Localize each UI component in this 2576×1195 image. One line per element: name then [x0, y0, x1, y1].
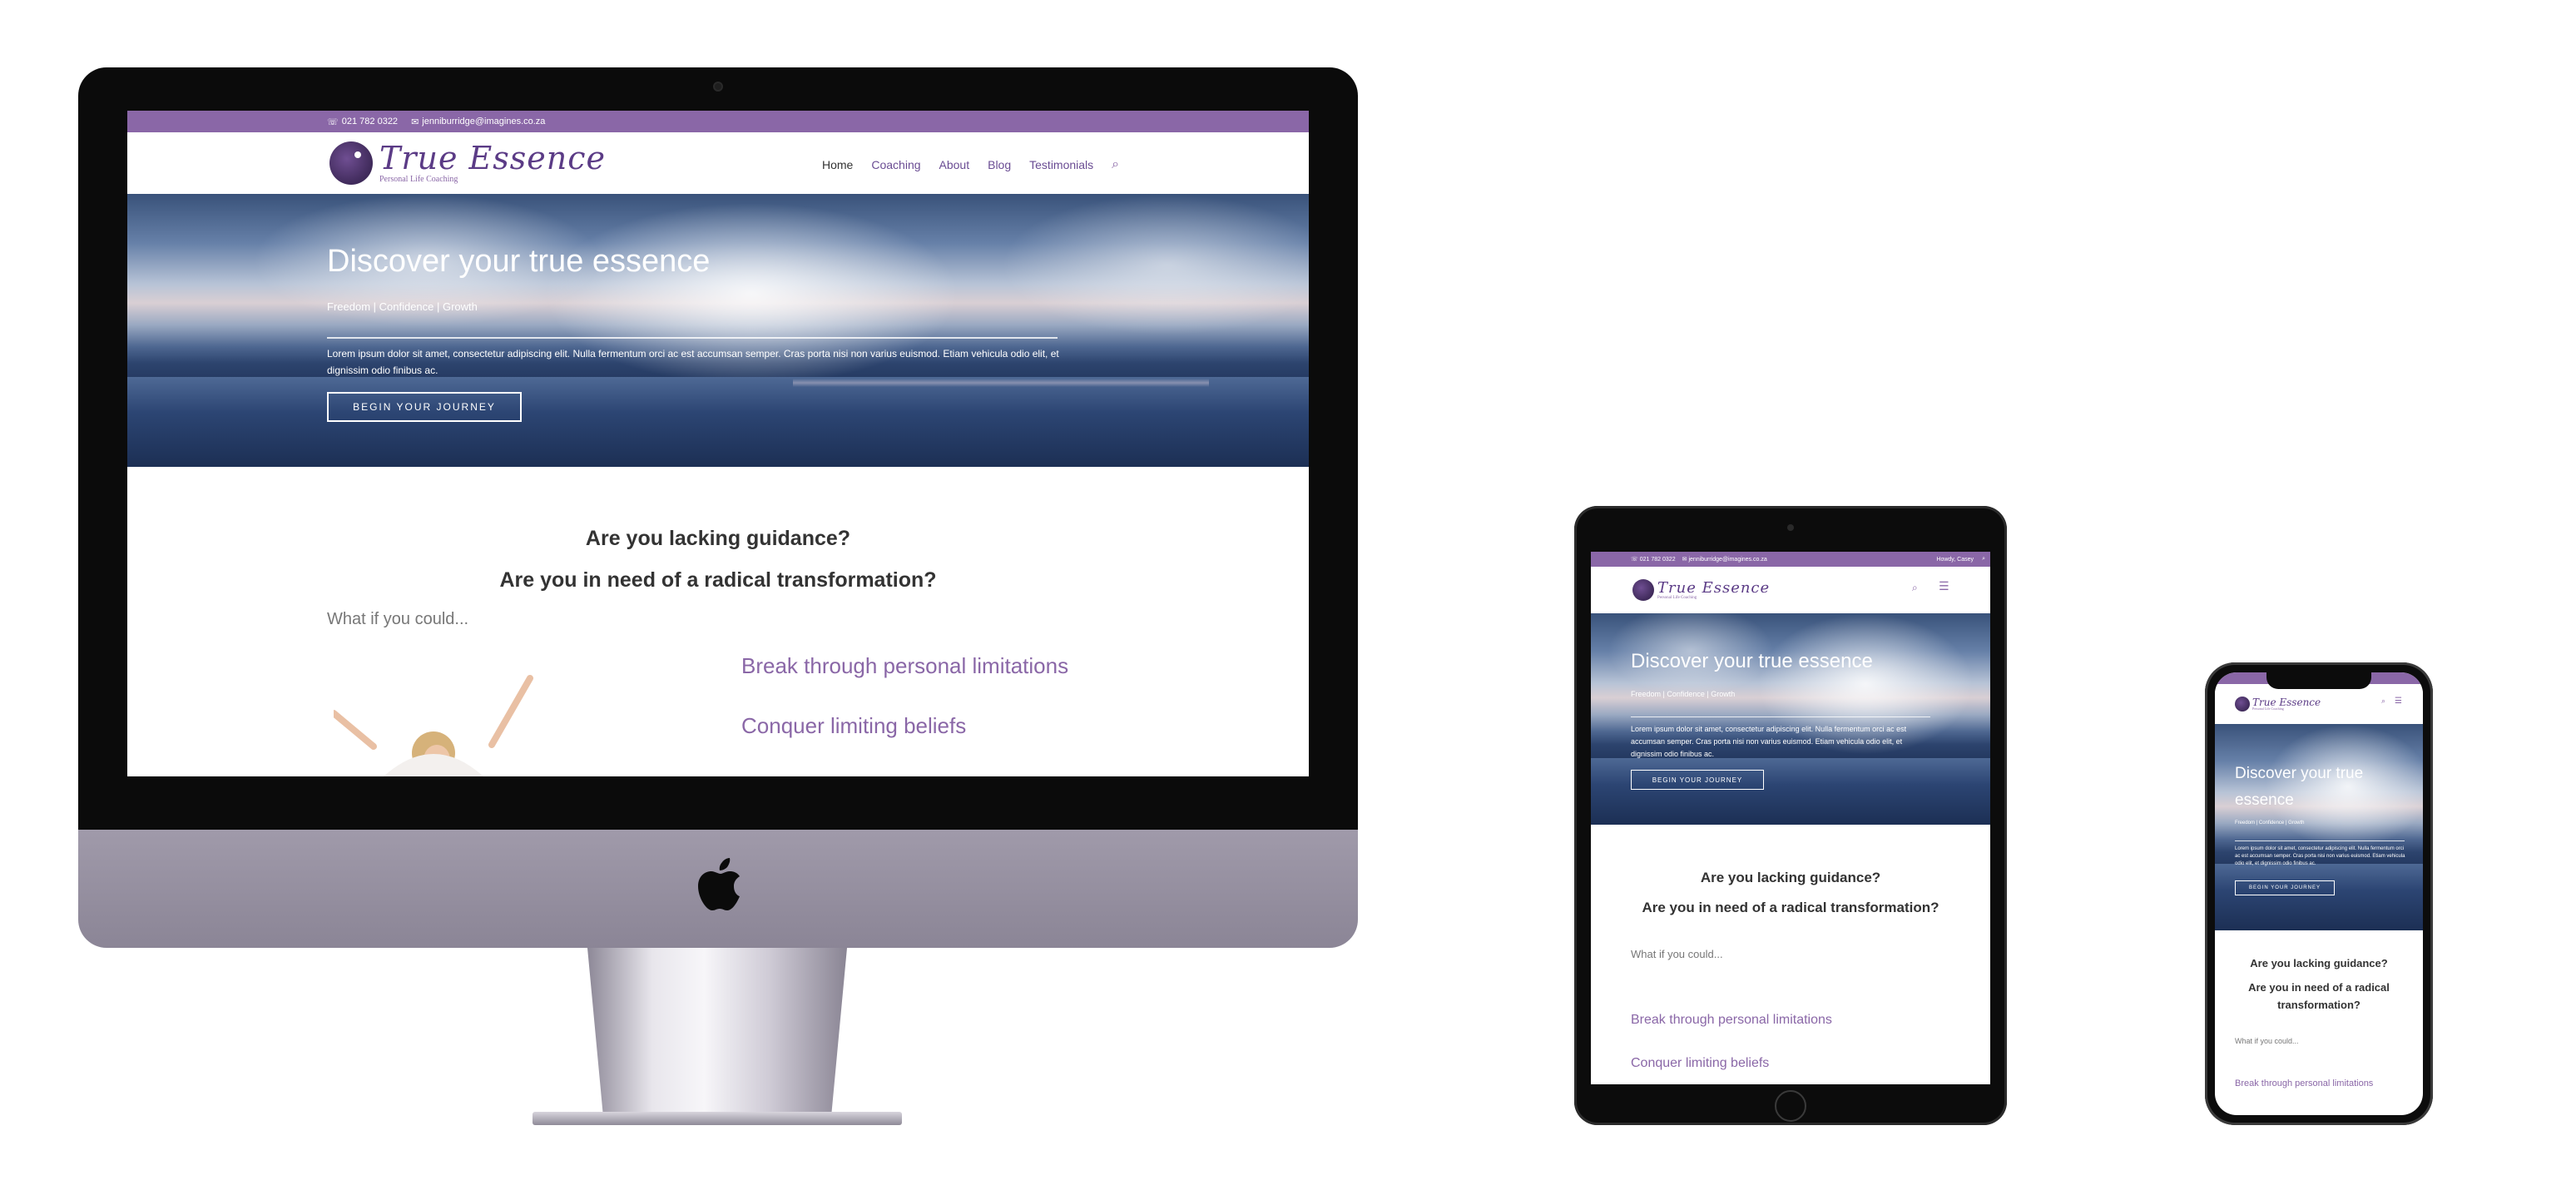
tablet-home-button[interactable] — [1775, 1090, 1806, 1122]
item-beliefs: Conquer limiting beliefs — [741, 713, 967, 738]
phone-icon: ☏ — [1631, 557, 1638, 563]
sea-shape — [1591, 758, 1990, 825]
phone-header: True Essence Personal Life Coaching ⌕ ☰ — [2215, 684, 2423, 724]
search-icon[interactable]: ⌕ — [2381, 697, 2385, 706]
hero-body: Lorem ipsum dolor sit amet, consectetur … — [1631, 725, 1907, 758]
item-beliefs: Conquer limiting beliefs — [1631, 1056, 1770, 1070]
cloud-shape — [1001, 194, 1309, 335]
hero-section: Discover your true essence Freedom | Con… — [127, 194, 1309, 467]
search-icon[interactable]: ⌕ — [1112, 157, 1119, 172]
main-nav: Home Coaching About Blog Testimonials ⌕ — [822, 157, 1119, 172]
hero-title: Discover your true essence — [2235, 765, 2364, 809]
mail-icon: ✉ — [1682, 557, 1687, 563]
tablet-top-bar: ☏ 021 782 0322 ✉ jenniburridge@imagines.co… — [1591, 552, 1990, 567]
begin-journey-button[interactable]: BEGIN YOUR JOURNEY — [2235, 880, 2335, 895]
sea-shape — [127, 377, 1309, 467]
imac-stand — [587, 948, 847, 1114]
phone-contact[interactable]: ☏ 021 782 0322 — [1631, 556, 1676, 563]
site-logo[interactable]: True Essence Personal Life Coaching — [329, 141, 606, 185]
hero-subtitle: Freedom | Confidence | Growth — [1631, 690, 1736, 698]
sea-reflection — [793, 379, 1209, 387]
begin-journey-button[interactable]: BEGIN YOUR JOURNEY — [327, 392, 522, 422]
hero-body: Lorem ipsum dolor sit amet, consectetur … — [2235, 846, 2405, 866]
what-if-text: What if you could... — [327, 610, 469, 628]
admin-search-icon[interactable]: ⌕ — [1982, 556, 1985, 563]
yin-yang-icon — [329, 141, 373, 185]
phone-contact[interactable]: ☏ 021 782 0322 — [327, 117, 398, 127]
item-limitations: Break through personal limitations — [1631, 1013, 1832, 1027]
tablet-camera — [1787, 524, 1794, 531]
logo-tagline: Personal Life Coaching — [379, 175, 458, 184]
hamburger-menu-icon[interactable]: ☰ — [2395, 697, 2402, 706]
hero-section: Discover your true essence Freedom | Con… — [1591, 613, 1990, 825]
what-if-text: What if you could... — [1631, 948, 1723, 960]
nav-about[interactable]: About — [939, 158, 970, 171]
phone-screen: True Essence Personal Life Coaching ⌕ ☰ … — [2215, 672, 2423, 1115]
hero-section: Discover your true essence Freedom | Con… — [2215, 724, 2423, 930]
phone-notch — [2266, 672, 2371, 689]
woman-photo — [330, 673, 533, 776]
nav-coaching[interactable]: Coaching — [871, 158, 920, 171]
heading-guidance: Are you lacking guidance? — [1700, 870, 1881, 885]
imac-stand-foot — [533, 1112, 902, 1125]
heading-transformation: Are you in need of a radical transformat… — [499, 568, 937, 592]
heading-transformation: Are you in need of a radical transformat… — [1642, 900, 1939, 915]
imac-camera — [713, 82, 723, 92]
search-icon[interactable]: ⌕ — [1912, 582, 1918, 594]
mail-icon: ✉ — [411, 117, 419, 127]
top-bar: ☏ 021 782 0322 ✉ jenniburridge@imagines.co… — [127, 111, 1309, 132]
heading-guidance: Are you lacking guidance? — [585, 527, 851, 550]
what-if-text: What if you could... — [2235, 1037, 2299, 1045]
heading-guidance: Are you lacking guidance? — [2250, 957, 2388, 969]
hero-title: Discover your true essence — [1631, 650, 1873, 672]
item-limitations: Break through personal limitations — [741, 653, 1069, 678]
email-contact[interactable]: ✉ jenniburridge@imagines.co.za — [411, 117, 545, 127]
yin-yang-icon — [2235, 697, 2250, 712]
site-logo[interactable]: True Essence Personal Life Coaching — [1632, 579, 1770, 601]
phone-icon: ☏ — [327, 117, 339, 127]
email-contact[interactable]: ✉ jenniburridge@imagines.co.za — [1682, 556, 1767, 563]
tablet-header: True Essence Personal Life Coaching ⌕ ☰ — [1591, 567, 1990, 613]
hero-subtitle: Freedom | Confidence | Growth — [2235, 821, 2305, 826]
nav-blog[interactable]: Blog — [988, 158, 1011, 171]
hero-subtitle: Freedom | Confidence | Growth — [327, 300, 478, 313]
nav-home[interactable]: Home — [822, 158, 853, 171]
nav-testimonials[interactable]: Testimonials — [1029, 158, 1093, 171]
admin-greeting[interactable]: Howdy, Casey — [1936, 557, 1974, 563]
apple-logo-icon — [694, 857, 742, 912]
hamburger-menu-icon[interactable]: ☰ — [1939, 580, 1949, 593]
desktop-screen: ☏ 021 782 0322 ✉ jenniburridge@imagines.co… — [127, 111, 1309, 776]
device-mockup-scene: ☏ 021 782 0322 ✉ jenniburridge@imagines.co… — [0, 0, 2576, 1195]
site-header: True Essence Personal Life Coaching Home… — [127, 132, 1309, 194]
hero-divider — [327, 337, 1058, 339]
hero-title: Discover your true essence — [327, 244, 711, 279]
tablet-screen: ☏ 021 782 0322 ✉ jenniburridge@imagines.co… — [1591, 552, 1990, 1084]
hero-body: Lorem ipsum dolor sit amet, consectetur … — [327, 348, 1059, 376]
logo-text: True Essence — [379, 140, 607, 176]
sea-shape — [2215, 864, 2423, 930]
heading-transformation: Are you in need of a radical transformat… — [2248, 981, 2390, 1011]
hero-divider — [2235, 840, 2405, 841]
begin-journey-button[interactable]: BEGIN YOUR JOURNEY — [1631, 770, 1764, 790]
site-logo[interactable]: True Essence Personal Life Coaching — [2235, 697, 2321, 712]
item-limitations: Break through personal limitations — [2235, 1078, 2374, 1088]
logo-text: True Essence — [1657, 578, 1771, 597]
yin-yang-icon — [1632, 579, 1654, 601]
